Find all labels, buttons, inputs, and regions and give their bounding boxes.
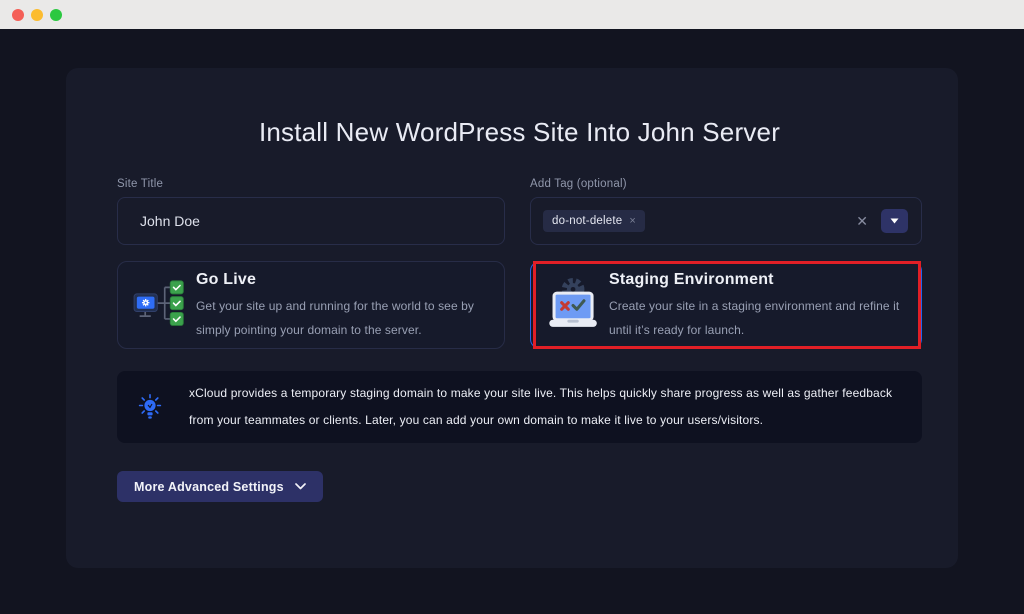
site-title-label: Site Title: [117, 178, 505, 190]
option-staging-environment[interactable]: Staging Environment Create your site in …: [530, 261, 922, 349]
close-window-button[interactable]: [12, 9, 24, 21]
go-live-text: Go Live Get your site up and running for…: [196, 269, 490, 342]
tag-chip-remove-icon[interactable]: ×: [629, 215, 636, 227]
staging-text: Staging Environment Create your site in …: [609, 269, 907, 342]
caret-down-icon: [890, 218, 899, 224]
add-tag-field: Add Tag (optional) do-not-delete × ✕: [530, 178, 922, 245]
advanced-settings-label: More Advanced Settings: [134, 480, 284, 494]
site-title-value: John Doe: [140, 213, 200, 229]
site-title-input[interactable]: John Doe: [117, 197, 505, 245]
staging-description: Create your site in a staging environmen…: [609, 294, 907, 342]
site-title-field: Site Title John Doe: [117, 178, 505, 245]
staging-environment-icon: [543, 277, 605, 334]
chevron-down-icon: [295, 483, 306, 490]
tag-chip[interactable]: do-not-delete ×: [543, 210, 645, 232]
go-live-title: Go Live: [196, 271, 490, 289]
minimize-window-button[interactable]: [31, 9, 43, 21]
staging-title: Staging Environment: [609, 271, 907, 289]
install-site-card: Install New WordPress Site Into John Ser…: [66, 68, 958, 568]
app-window: Install New WordPress Site Into John Ser…: [0, 0, 1024, 614]
go-live-description: Get your site up and running for the wor…: [196, 294, 490, 342]
tag-dropdown-button[interactable]: [881, 209, 908, 233]
option-go-live[interactable]: Go Live Get your site up and running for…: [117, 261, 505, 349]
page-background: Install New WordPress Site Into John Ser…: [0, 29, 1024, 614]
go-live-icon: [130, 279, 192, 331]
window-titlebar: [0, 0, 1024, 29]
lightbulb-icon: [138, 394, 162, 421]
info-note: xCloud provides a temporary staging doma…: [117, 371, 922, 443]
environment-options: Go Live Get your site up and running for…: [117, 261, 922, 349]
info-text: xCloud provides a temporary staging doma…: [189, 380, 894, 434]
page-title: Install New WordPress Site Into John Ser…: [117, 68, 922, 148]
clear-tags-icon[interactable]: ✕: [856, 213, 868, 230]
form-row: Site Title John Doe Add Tag (optional) d…: [117, 178, 922, 245]
more-advanced-settings-button[interactable]: More Advanced Settings: [117, 471, 323, 502]
tag-input[interactable]: do-not-delete × ✕: [530, 197, 922, 245]
tag-chip-label: do-not-delete: [552, 215, 622, 227]
add-tag-label: Add Tag (optional): [530, 178, 922, 190]
zoom-window-button[interactable]: [50, 9, 62, 21]
